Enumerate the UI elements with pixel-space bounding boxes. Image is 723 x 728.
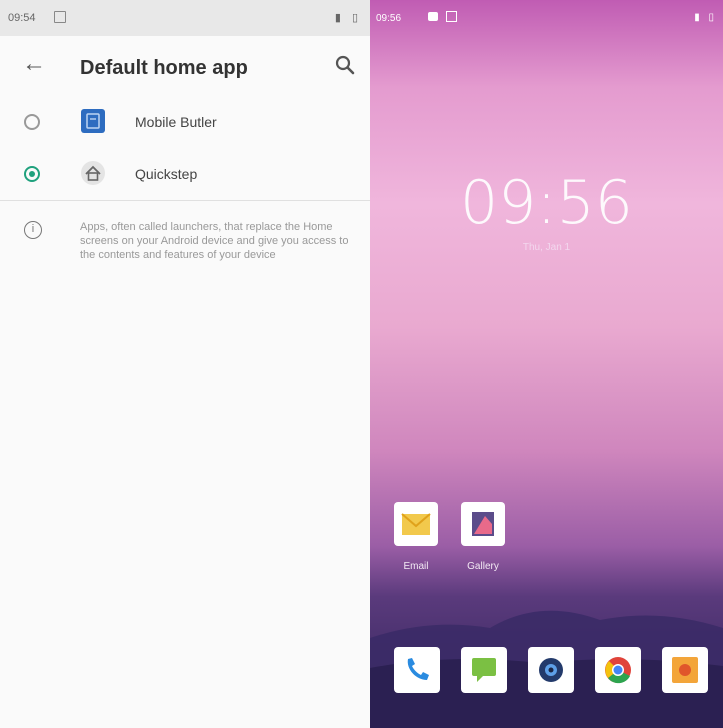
phone-icon[interactable] [394, 647, 440, 693]
status-time: 09:56 [376, 13, 402, 24]
date-text: Thu, Jan 1 [522, 242, 571, 253]
radio-button-selected[interactable] [24, 166, 40, 182]
search-icon[interactable] [334, 54, 356, 76]
status-bar: 09:54 ▮ ▯ [0, 0, 370, 36]
status-icons: ▮ ▯ [334, 12, 362, 24]
gallery-app-icon[interactable] [461, 502, 505, 546]
notification-icon [54, 11, 66, 23]
messaging-icon[interactable] [461, 647, 507, 693]
music-icon[interactable] [662, 647, 708, 693]
info-description: Apps, often called launchers, that repla… [80, 221, 349, 261]
clock-widget[interactable]: 09:56 [370, 168, 723, 238]
mountain-wallpaper [370, 610, 723, 728]
home-status-bar: 09:56 ▮ ▯ [370, 0, 723, 38]
info-icon: i [24, 221, 42, 239]
settings-screen: 09:54 ▮ ▯ ← Default home app Mobile Butl… [0, 0, 370, 728]
status-icons: ▮ ▯ [694, 12, 717, 23]
option-label: Quickstep [135, 166, 198, 182]
back-arrow-icon[interactable]: ← [22, 52, 46, 76]
app-bar: ← Default home app [0, 36, 370, 100]
app-label: Gallery [467, 561, 499, 572]
page-title: Default home app [80, 57, 248, 79]
app-label: Email [403, 561, 429, 572]
option-quickstep[interactable]: Quickstep [0, 150, 370, 200]
divider [0, 200, 370, 201]
option-mobile-butler[interactable]: Mobile Butler [0, 98, 370, 148]
status-time: 09:54 [8, 12, 36, 24]
quickstep-home-icon [81, 161, 105, 185]
home-screen: 09:56 ▮ ▯ 09:56 Thu, Jan 1 Email Gallery [370, 0, 723, 728]
option-label: Mobile Butler [135, 114, 217, 130]
notification-icon [428, 12, 438, 21]
camera-icon[interactable] [528, 647, 574, 693]
radio-button[interactable] [24, 114, 40, 130]
notification-icon [446, 11, 457, 22]
email-app-icon[interactable] [394, 502, 438, 546]
mobile-butler-icon [81, 109, 105, 133]
chrome-icon[interactable] [595, 647, 641, 693]
